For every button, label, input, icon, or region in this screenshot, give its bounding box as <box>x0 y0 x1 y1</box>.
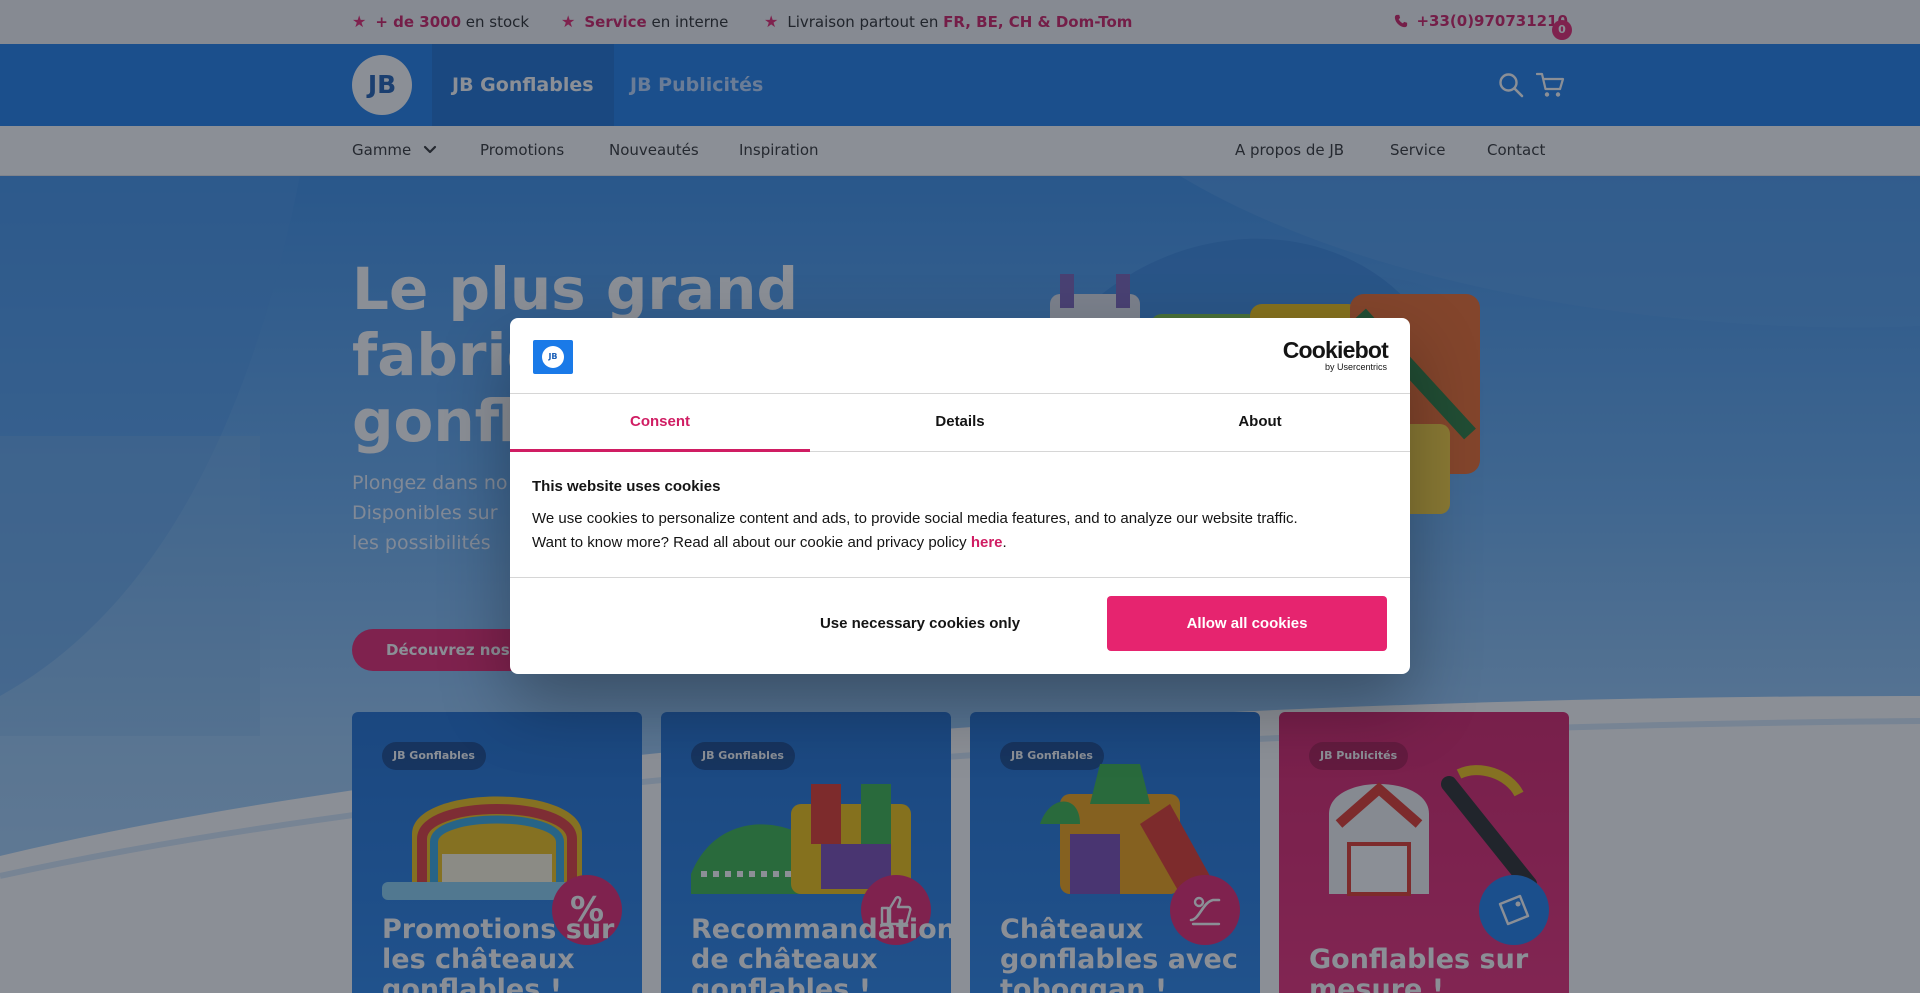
dialog-heading: This website uses cookies <box>532 478 721 495</box>
site-logo-text: JB <box>542 346 564 368</box>
tab-details[interactable]: Details <box>810 394 1110 452</box>
dialog-text-line: Want to know more? Read all about our co… <box>532 531 1392 555</box>
use-necessary-cookies-button[interactable]: Use necessary cookies only <box>775 596 1065 651</box>
tab-about[interactable]: About <box>1110 394 1410 452</box>
dialog-description: We use cookies to personalize content an… <box>532 507 1392 555</box>
dialog-text-fragment: Want to know more? Read all about our co… <box>532 534 971 551</box>
dialog-footer: Use necessary cookies only Allow all coo… <box>510 577 1410 674</box>
cookiebot-logo[interactable]: Cookiebot by Usercentrics <box>1282 337 1389 372</box>
allow-all-cookies-button[interactable]: Allow all cookies <box>1107 596 1387 651</box>
dialog-header: JB Cookiebot by Usercentrics <box>510 318 1410 394</box>
cookiebot-wordmark: Cookiebot <box>1282 337 1389 363</box>
dialog-tabs: Consent Details About <box>510 394 1410 452</box>
privacy-policy-link[interactable]: here <box>971 534 1003 551</box>
dialog-text-fragment: . <box>1002 534 1007 551</box>
cookie-consent-dialog: JB Cookiebot by Usercentrics Consent Det… <box>510 318 1410 674</box>
site-logo-icon: JB <box>533 340 573 374</box>
tab-consent[interactable]: Consent <box>510 394 810 452</box>
dialog-body: This website uses cookies We use cookies… <box>532 478 1392 555</box>
cookiebot-byline: by Usercentrics <box>1324 362 1387 372</box>
dialog-text-line: We use cookies to personalize content an… <box>532 510 1298 527</box>
